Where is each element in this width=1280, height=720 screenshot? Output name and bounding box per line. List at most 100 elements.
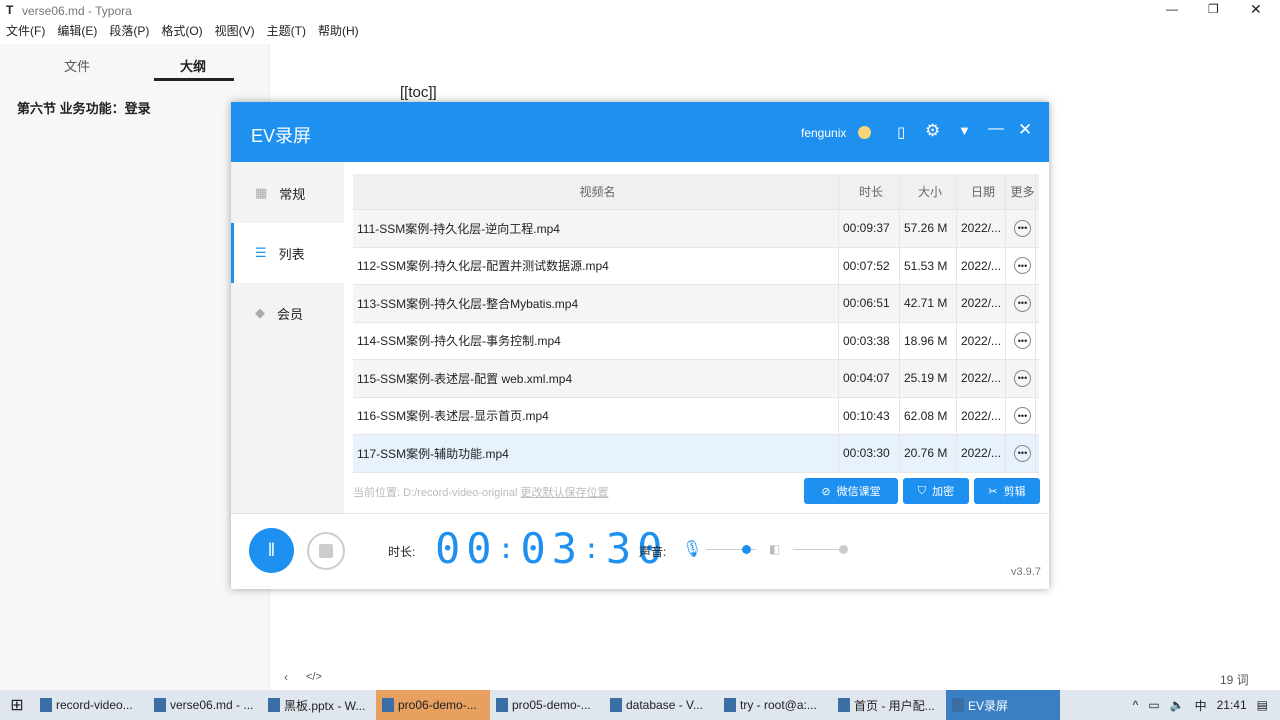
video-duration: 00:03:38: [839, 322, 900, 359]
taskbar-item[interactable]: 首页 - 用户配...: [832, 690, 946, 720]
video-date: 2022/...: [957, 210, 1006, 247]
pause-icon: ‖: [267, 540, 276, 560]
table-row[interactable]: 117-SSM案例-辅助功能.mp4 00:03:30 20.76 M 2022/..…: [353, 435, 1039, 473]
menu-format[interactable]: 格式(O): [161, 22, 202, 42]
menu-dropdown-icon[interactable]: ▼: [958, 123, 971, 138]
stop-button[interactable]: [307, 532, 345, 570]
ev-nav: ▦ 常规 ☰ 列表 ◆ 会员: [231, 162, 344, 513]
video-name: 115-SSM案例-表述层-配置 web.xml.mp4: [353, 360, 839, 397]
tab-files[interactable]: 文件: [64, 56, 90, 75]
close-button[interactable]: ✕: [1250, 1, 1262, 18]
nav-list[interactable]: ☰ 列表: [231, 223, 344, 283]
volume-icon[interactable]: 🔈: [1170, 698, 1185, 712]
menu-paragraph[interactable]: 段落(P): [109, 22, 149, 42]
nav-label: 常规: [279, 186, 306, 202]
username[interactable]: fengunix: [801, 126, 846, 140]
wechat-class-button[interactable]: ⊘ 微信课堂: [804, 478, 898, 504]
word-count: 19 词: [1220, 673, 1249, 687]
app-icon: [724, 698, 736, 712]
table-row[interactable]: 116-SSM案例-表述层-显示首页.mp4 00:10:43 62.08 M 202…: [353, 397, 1039, 435]
taskbar-label: verse06.md - ...: [170, 698, 254, 712]
more-options-icon[interactable]: •••: [1006, 322, 1036, 359]
typora-icon: T: [6, 3, 14, 17]
sidebar: 文件 大纲 第六节 业务功能：登录: [0, 44, 270, 690]
video-name: 116-SSM案例-表述层-显示首页.mp4: [353, 397, 839, 434]
version-label: v3.9.7: [1011, 566, 1041, 578]
more-options-icon[interactable]: •••: [1006, 360, 1036, 397]
microphone-icon[interactable]: 🎙: [682, 539, 702, 559]
source-code-icon[interactable]: </>: [306, 671, 322, 683]
pause-button[interactable]: ‖: [249, 528, 294, 573]
video-date: 2022/...: [957, 285, 1006, 322]
editor-content[interactable]: [[toc]]: [400, 84, 437, 101]
speaker-volume-slider[interactable]: [793, 545, 848, 554]
back-icon[interactable]: ‹: [284, 670, 288, 684]
col-size[interactable]: 大小: [900, 174, 957, 209]
sound-label: 声音:: [639, 545, 667, 559]
taskbar-item[interactable]: record-video...: [34, 690, 148, 720]
active-tab-indicator: [154, 78, 234, 81]
tab-outline[interactable]: 大纲: [180, 56, 206, 75]
encrypt-button[interactable]: ⛉ 加密: [903, 478, 969, 504]
menu-theme[interactable]: 主题(T): [267, 22, 306, 42]
clock[interactable]: 21:41: [1217, 698, 1247, 712]
table-row[interactable]: 114-SSM案例-持久化层-事务控制.mp4 00:03:38 18.96 M 20…: [353, 322, 1039, 360]
start-button[interactable]: ⊞: [0, 695, 34, 715]
table-row[interactable]: 115-SSM案例-表述层-配置 web.xml.mp4 00:04:07 25.1…: [353, 360, 1039, 398]
settings-icon[interactable]: ⚙: [925, 121, 940, 141]
taskbar-item[interactable]: pro05-demo-...: [490, 690, 604, 720]
nav-label: 列表: [278, 246, 305, 262]
mic-slider-knob[interactable]: [742, 545, 751, 554]
more-options-icon[interactable]: •••: [1006, 397, 1036, 434]
video-name: 112-SSM案例-持久化层-配置并测试数据源.mp4: [353, 247, 839, 284]
col-date[interactable]: 日期: [957, 174, 1006, 209]
taskbar-item[interactable]: try - root@a:...: [718, 690, 832, 720]
col-more: 更多: [1006, 174, 1036, 209]
video-duration: 00:03:30: [839, 435, 900, 472]
video-duration: 00:10:43: [839, 397, 900, 434]
change-location-link[interactable]: 更改默认保存位置: [521, 487, 609, 499]
outline-item[interactable]: 第六节 业务功能：登录: [17, 98, 151, 117]
tray-chevron-icon[interactable]: ^: [1133, 698, 1139, 712]
video-size: 25.19 M: [900, 360, 957, 397]
more-options-icon[interactable]: •••: [1006, 285, 1036, 322]
mic-volume-slider[interactable]: [706, 545, 756, 554]
app-icon: [268, 698, 280, 712]
close-icon[interactable]: ✕: [1018, 120, 1032, 140]
restore-button[interactable]: ❐: [1208, 2, 1219, 16]
nav-general[interactable]: ▦ 常规: [231, 163, 344, 223]
edit-button[interactable]: ✂ 剪辑: [974, 478, 1040, 504]
col-name[interactable]: 视频名: [353, 174, 839, 209]
video-size: 42.71 M: [900, 285, 957, 322]
ime-indicator[interactable]: 中: [1195, 697, 1207, 714]
notification-icon[interactable]: ▤: [1257, 698, 1268, 712]
video-date: 2022/...: [957, 360, 1006, 397]
more-options-icon[interactable]: •••: [1006, 247, 1036, 284]
menu-view[interactable]: 视图(V): [215, 22, 255, 42]
speaker-icon[interactable]: ◧: [769, 542, 780, 556]
table-row[interactable]: 113-SSM案例-持久化层-整合Mybatis.mp4 00:06:51 42.7…: [353, 285, 1039, 323]
nav-member[interactable]: ◆ 会员: [231, 283, 344, 343]
location-label: 当前位置:: [353, 487, 401, 499]
taskbar-item[interactable]: pro06-demo-...: [376, 690, 490, 720]
taskbar-item[interactable]: verse06.md - ...: [148, 690, 262, 720]
network-icon[interactable]: ▭: [1148, 698, 1159, 712]
menu-edit[interactable]: 编辑(E): [57, 22, 97, 42]
menu-help[interactable]: 帮助(H): [318, 22, 359, 42]
minimize-button[interactable]: —: [1166, 2, 1178, 16]
minimize-icon[interactable]: —: [988, 120, 1004, 138]
taskbar-item[interactable]: 黑板.pptx - W...: [262, 690, 376, 720]
more-options-icon[interactable]: •••: [1006, 210, 1036, 247]
menu-file[interactable]: 文件(F): [6, 22, 45, 42]
table-row[interactable]: 111-SSM案例-持久化层-逆向工程.mp4 00:09:37 57.26 M 20…: [353, 210, 1039, 248]
taskbar-item[interactable]: EV录屏: [946, 690, 1060, 720]
col-duration[interactable]: 时长: [839, 174, 900, 209]
app-icon: [154, 698, 166, 712]
phone-icon[interactable]: ▯: [897, 123, 905, 141]
more-options-icon[interactable]: •••: [1006, 435, 1036, 472]
table-row[interactable]: 112-SSM案例-持久化层-配置并测试数据源.mp4 00:07:52 51.53…: [353, 247, 1039, 285]
taskbar-item[interactable]: database - V...: [604, 690, 718, 720]
speaker-slider-knob[interactable]: [839, 545, 848, 554]
grid-icon: ▦: [255, 185, 268, 200]
save-location: 当前位置: D:/record-video-original 更改默认保存位置: [353, 484, 609, 500]
